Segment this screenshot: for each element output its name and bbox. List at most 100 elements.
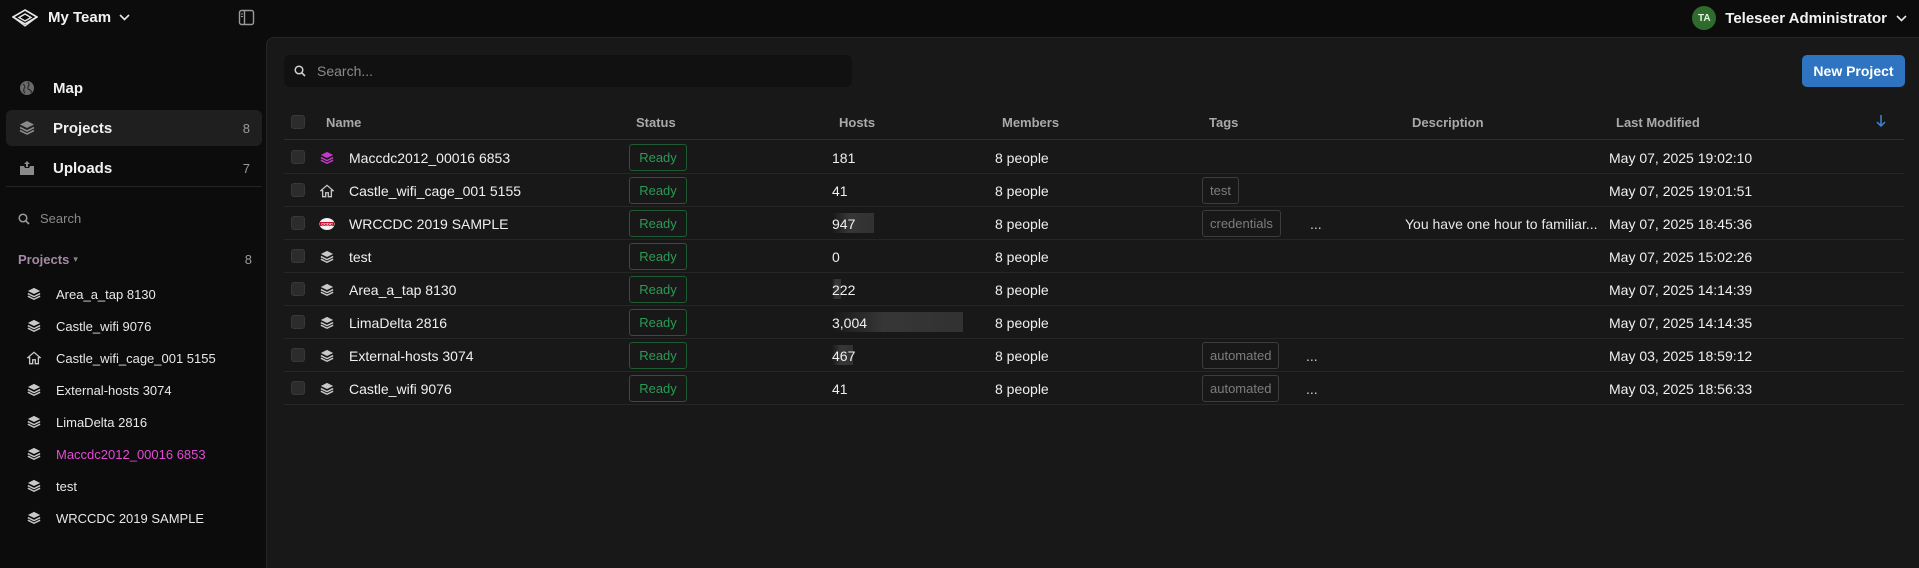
sidebar-project-label: Castle_wifi 9076 xyxy=(56,318,152,334)
table-row[interactable]: Castle_wifi 9076 Ready 41 8 people automated… xyxy=(284,372,1904,405)
team-name: My Team xyxy=(48,9,112,26)
sidebar-project-item[interactable]: Maccdc2012_00016 6853 xyxy=(26,438,256,470)
column-header-description[interactable]: Description xyxy=(1412,115,1484,130)
members-count[interactable]: 8 people xyxy=(995,249,1049,265)
user-menu[interactable]: TA Teleseer Administrator xyxy=(1692,6,1907,30)
row-checkbox[interactable] xyxy=(291,282,305,296)
last-modified: May 07, 2025 19:01:51 xyxy=(1609,183,1753,199)
members-count[interactable]: 8 people xyxy=(995,150,1049,166)
members-count[interactable]: 8 people xyxy=(995,381,1049,397)
layers-icon xyxy=(26,318,42,334)
sidebar-item-label: Projects xyxy=(53,119,113,137)
project-name[interactable]: WRCCDC 2019 SAMPLE xyxy=(349,216,509,232)
table-row[interactable]: External-hosts 3074 Ready 467 8 people autom… xyxy=(284,339,1904,372)
sidebar-search-placeholder: Search xyxy=(40,211,82,226)
more-tags-indicator[interactable]: ... xyxy=(1306,348,1318,364)
project-name[interactable]: test xyxy=(349,249,372,265)
hosts-count: 947 xyxy=(832,216,856,232)
last-modified: May 03, 2025 18:56:33 xyxy=(1609,381,1753,397)
column-header-members[interactable]: Members xyxy=(1002,115,1059,130)
tag-chip[interactable]: automated xyxy=(1202,342,1280,369)
sidebar-project-label: WRCCDC 2019 SAMPLE xyxy=(56,510,205,526)
select-all-checkbox[interactable] xyxy=(291,115,305,129)
members-count[interactable]: 8 people xyxy=(995,282,1049,298)
layers-icon xyxy=(319,282,335,298)
table-row[interactable]: Castle_wifi_cage_001 5155 Ready 41 8 people… xyxy=(284,174,1904,207)
project-name[interactable]: External-hosts 3074 xyxy=(349,348,474,364)
table-row[interactable]: CCDC WRCCDC 2019 SAMPLE Ready 947 8 people cr… xyxy=(284,207,1904,240)
search-bar[interactable] xyxy=(284,55,852,87)
hosts-count: 222 xyxy=(832,282,856,298)
sidebar-item-map[interactable]: Map xyxy=(6,70,262,106)
chevron-down-icon xyxy=(119,14,130,21)
row-checkbox[interactable] xyxy=(291,381,305,395)
sidebar-project-item[interactable]: External-hosts 3074 xyxy=(26,374,256,406)
table-row[interactable]: test Ready 0 8 people May 07, 2025 15:02:26 xyxy=(284,240,1904,273)
sidebar-project-item[interactable]: Area_a_tap 8130 xyxy=(26,278,256,310)
members-count[interactable]: 8 people xyxy=(995,348,1049,364)
row-checkbox[interactable] xyxy=(291,150,305,164)
sidebar-project-item[interactable]: Castle_wifi 9076 xyxy=(26,310,256,342)
projects-section-header[interactable]: Projects ▾ 8 xyxy=(18,252,252,267)
last-modified: May 07, 2025 14:14:39 xyxy=(1609,282,1753,298)
tag-chip[interactable]: credentials xyxy=(1202,210,1281,237)
layers-icon xyxy=(26,510,42,526)
sidebar: Map Projects 8 Uploads 7 Search Projects… xyxy=(0,36,265,568)
row-checkbox[interactable] xyxy=(291,183,305,197)
members-count[interactable]: 8 people xyxy=(995,216,1049,232)
project-name[interactable]: Area_a_tap 8130 xyxy=(349,282,456,298)
projects-panel: New Project Name Status Hosts Members Ta… xyxy=(266,37,1919,568)
row-checkbox[interactable] xyxy=(291,216,305,230)
tag-chip[interactable]: test xyxy=(1202,177,1239,204)
column-header-status[interactable]: Status xyxy=(636,115,676,130)
column-header-tags[interactable]: Tags xyxy=(1209,115,1238,130)
search-input[interactable] xyxy=(317,63,837,79)
sidebar-item-projects[interactable]: Projects 8 xyxy=(6,110,262,146)
tag-chip[interactable]: automated xyxy=(1202,375,1280,402)
hosts-count: 41 xyxy=(832,183,848,199)
hosts-count: 3,004 xyxy=(832,315,868,331)
layers-icon xyxy=(319,348,335,364)
status-badge: Ready xyxy=(629,276,687,303)
layers-icon xyxy=(26,286,42,302)
more-tags-indicator[interactable]: ... xyxy=(1306,381,1318,397)
project-name[interactable]: LimaDelta 2816 xyxy=(349,315,447,331)
project-name[interactable]: Castle_wifi_cage_001 5155 xyxy=(349,183,521,199)
uploads-count: 7 xyxy=(242,160,250,176)
last-modified: May 07, 2025 15:02:26 xyxy=(1609,249,1753,265)
teleseer-logo-icon[interactable] xyxy=(12,9,38,27)
row-checkbox[interactable] xyxy=(291,348,305,362)
sidebar-project-item[interactable]: LimaDelta 2816 xyxy=(26,406,256,438)
sidebar-item-uploads[interactable]: Uploads 7 xyxy=(6,150,262,186)
column-header-last-modified[interactable]: Last Modified xyxy=(1616,115,1700,130)
team-switcher[interactable]: My Team xyxy=(48,9,130,26)
column-header-hosts[interactable]: Hosts xyxy=(839,115,875,130)
project-name[interactable]: Maccdc2012_00016 6853 xyxy=(349,150,510,166)
layers-icon xyxy=(26,414,42,430)
more-tags-indicator[interactable]: ... xyxy=(1310,216,1322,232)
column-header-name[interactable]: Name xyxy=(326,115,361,130)
status-badge: Ready xyxy=(629,342,687,369)
row-checkbox[interactable] xyxy=(291,249,305,263)
project-name[interactable]: Castle_wifi 9076 xyxy=(349,381,452,397)
row-checkbox[interactable] xyxy=(291,315,305,329)
last-modified: May 07, 2025 19:02:10 xyxy=(1609,150,1753,166)
sort-arrow-down-icon[interactable] xyxy=(1876,114,1886,127)
sidebar-toggle-icon[interactable] xyxy=(238,9,255,26)
caret-down-icon: ▾ xyxy=(73,254,78,264)
sidebar-project-item[interactable]: WRCCDC 2019 SAMPLE xyxy=(26,502,256,534)
layers-icon xyxy=(18,119,36,137)
table-row[interactable]: Maccdc2012_00016 6853 Ready 181 8 people May… xyxy=(284,141,1904,174)
hosts-count: 181 xyxy=(832,150,856,166)
divider xyxy=(6,186,262,187)
new-project-button[interactable]: New Project xyxy=(1802,55,1905,87)
sidebar-project-item[interactable]: test xyxy=(26,470,256,502)
members-count[interactable]: 8 people xyxy=(995,315,1049,331)
status-badge: Ready xyxy=(629,144,687,171)
sidebar-project-item[interactable]: Castle_wifi_cage_001 5155 xyxy=(26,342,256,374)
members-count[interactable]: 8 people xyxy=(995,183,1049,199)
table-row[interactable]: Area_a_tap 8130 Ready 222 8 people May 07, 2… xyxy=(284,273,1904,306)
last-modified: May 07, 2025 14:14:35 xyxy=(1609,315,1753,331)
table-row[interactable]: LimaDelta 2816 Ready 3,004 8 people May 07, … xyxy=(284,306,1904,339)
sidebar-search[interactable]: Search xyxy=(18,211,81,226)
